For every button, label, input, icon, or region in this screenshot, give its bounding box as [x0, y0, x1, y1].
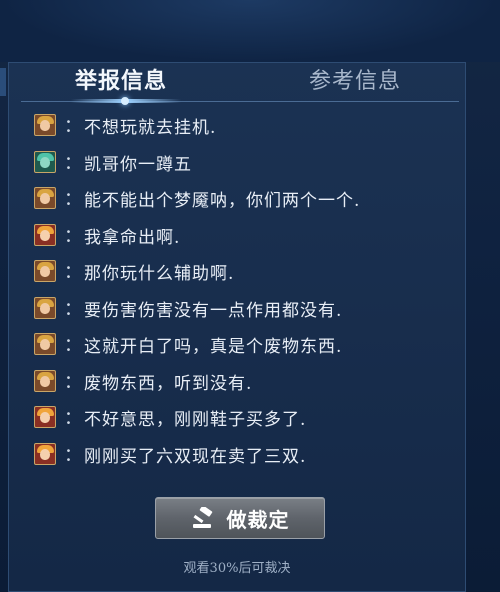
- message-text: 废物东西，听到没有.: [84, 373, 253, 394]
- message-colon: ：: [64, 226, 82, 247]
- message-colon: ：: [64, 335, 82, 356]
- chat-message: ： 这就开白了吗，真是个废物东西.: [34, 330, 342, 358]
- message-colon: ：: [64, 153, 82, 174]
- chat-message: ： 我拿命出啊.: [34, 221, 180, 249]
- verdict-hint-text: 观看30%后可裁决: [183, 561, 291, 576]
- hero-avatar-icon: [34, 297, 56, 319]
- message-text: 不想玩就去挂机.: [84, 117, 217, 138]
- chat-message: ： 能不能出个梦魇呐，你们两个一个.: [34, 184, 360, 212]
- active-tab-dot: [121, 97, 129, 105]
- verdict-button-label: 做裁定: [226, 507, 290, 532]
- hero-avatar-icon: [34, 406, 56, 428]
- hero-avatar-icon: [34, 114, 56, 136]
- message-colon: ：: [64, 189, 82, 210]
- message-text: 能不能出个梦魇呐，你们两个一个.: [84, 190, 361, 211]
- chat-message: ： 不想玩就去挂机.: [34, 111, 216, 139]
- hero-avatar-icon: [34, 260, 56, 282]
- message-text: 那你玩什么辅助啊.: [84, 263, 235, 284]
- hero-avatar-icon: [34, 333, 56, 355]
- chat-message: ： 不好意思，刚刚鞋子买多了.: [34, 403, 306, 431]
- message-colon: ：: [64, 445, 82, 466]
- make-verdict-button[interactable]: 做裁定: [155, 497, 325, 539]
- chat-message: ： 刚刚买了六双现在卖了三双.: [34, 440, 306, 468]
- message-text: 不好意思，刚刚鞋子买多了.: [84, 409, 307, 430]
- hero-avatar-icon: [34, 370, 56, 392]
- message-colon: ：: [64, 408, 82, 429]
- top-background: [0, 0, 500, 62]
- chat-message: ： 废物东西，听到没有.: [34, 367, 252, 395]
- message-text: 刚刚买了六双现在卖了三双.: [84, 446, 307, 467]
- message-text: 要伤害伤害没有一点作用都没有.: [84, 300, 343, 321]
- hero-avatar-icon: [34, 224, 56, 246]
- tab-bar: 举报信息 参考信息: [9, 63, 465, 105]
- tab-report-info[interactable]: 举报信息: [75, 65, 167, 99]
- message-colon: ：: [64, 116, 82, 137]
- message-colon: ：: [64, 299, 82, 320]
- hero-avatar-icon: [34, 187, 56, 209]
- left-edge-decoration: [0, 68, 6, 96]
- chat-message: ： 凯哥你一蹲五: [34, 148, 192, 176]
- report-panel: 举报信息 参考信息 ： 不想玩就去挂机. ： 凯哥你一蹲五 ： 能不能出个梦魇呐…: [8, 62, 466, 592]
- message-text: 我拿命出啊.: [84, 227, 181, 248]
- message-colon: ：: [64, 262, 82, 283]
- chat-message: ： 要伤害伤害没有一点作用都没有.: [34, 294, 342, 322]
- hero-avatar-icon: [34, 443, 56, 465]
- message-colon: ：: [64, 372, 82, 393]
- message-text: 这就开白了吗，真是个废物东西.: [84, 336, 343, 357]
- chat-message: ： 那你玩什么辅助啊.: [34, 257, 234, 285]
- message-text: 凯哥你一蹲五: [84, 154, 192, 175]
- hero-avatar-icon: [34, 151, 56, 173]
- tab-reference-info[interactable]: 参考信息: [309, 65, 401, 99]
- gavel-icon: [192, 507, 212, 528]
